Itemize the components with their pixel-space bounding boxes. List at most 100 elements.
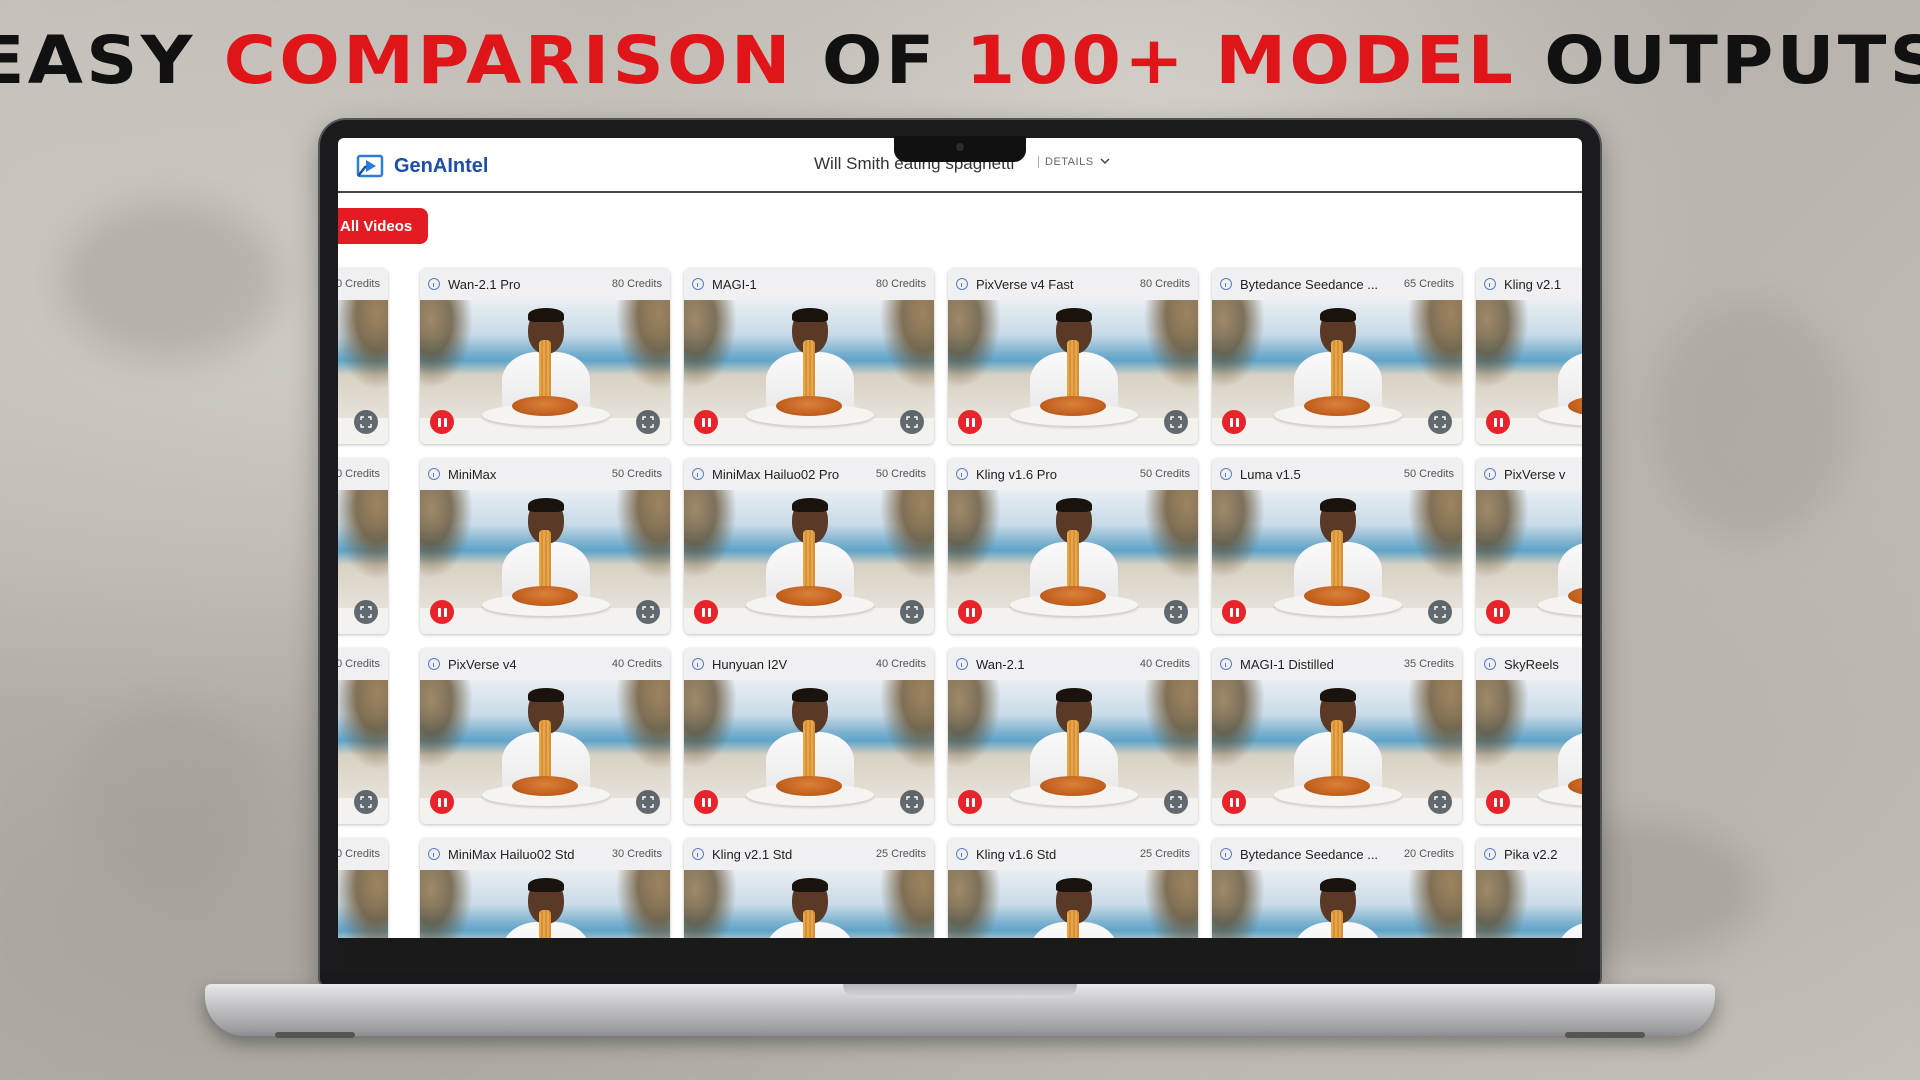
video-thumbnail[interactable] xyxy=(338,300,388,444)
video-thumbnail[interactable] xyxy=(948,490,1198,634)
pause-button[interactable] xyxy=(694,600,718,624)
info-icon[interactable] xyxy=(692,658,704,670)
video-thumbnail[interactable] xyxy=(1476,680,1582,824)
video-thumbnail[interactable] xyxy=(338,870,388,938)
video-thumbnail[interactable] xyxy=(1476,300,1582,444)
video-card[interactable]: Hunyuan I2V 40 Credits xyxy=(684,648,934,824)
video-card[interactable]: PixVerse v xyxy=(1476,458,1582,634)
info-icon[interactable] xyxy=(428,278,440,290)
video-thumbnail[interactable] xyxy=(684,490,934,634)
video-card[interactable]: MiniMax Hailuo02 Pro 50 Credits xyxy=(684,458,934,634)
info-icon[interactable] xyxy=(428,658,440,670)
video-thumbnail[interactable] xyxy=(948,680,1198,824)
video-thumbnail[interactable] xyxy=(1476,490,1582,634)
expand-button[interactable] xyxy=(1428,410,1452,434)
video-card[interactable]: 140 Credits xyxy=(338,268,388,444)
video-card[interactable]: MAGI-1 Distilled 35 Credits xyxy=(1212,648,1462,824)
expand-button[interactable] xyxy=(636,410,660,434)
video-thumbnail[interactable] xyxy=(420,490,670,634)
video-thumbnail[interactable] xyxy=(948,300,1198,444)
expand-button[interactable] xyxy=(900,600,924,624)
video-thumbnail[interactable] xyxy=(1212,300,1462,444)
pause-button[interactable] xyxy=(430,600,454,624)
video-thumbnail[interactable] xyxy=(338,490,388,634)
info-icon[interactable] xyxy=(428,848,440,860)
info-icon[interactable] xyxy=(692,468,704,480)
info-icon[interactable] xyxy=(1484,278,1496,290)
all-videos-button[interactable]: All Videos xyxy=(338,208,428,244)
expand-button[interactable] xyxy=(354,410,378,434)
pause-button[interactable] xyxy=(430,410,454,434)
info-icon[interactable] xyxy=(1484,468,1496,480)
video-thumbnail[interactable] xyxy=(684,680,934,824)
video-thumbnail[interactable] xyxy=(684,300,934,444)
pause-button[interactable] xyxy=(1222,790,1246,814)
video-card[interactable]: MAGI-1 80 Credits xyxy=(684,268,934,444)
info-icon[interactable] xyxy=(1220,468,1232,480)
video-thumbnail[interactable] xyxy=(420,300,670,444)
expand-button[interactable] xyxy=(900,790,924,814)
info-icon[interactable] xyxy=(1220,848,1232,860)
info-icon[interactable] xyxy=(956,468,968,480)
video-card[interactable]: Wan-2.1 40 Credits xyxy=(948,648,1198,824)
video-thumbnail[interactable] xyxy=(948,870,1198,938)
details-dropdown[interactable]: DETAILS xyxy=(1038,156,1110,168)
expand-button[interactable] xyxy=(1164,410,1188,434)
info-icon[interactable] xyxy=(692,278,704,290)
info-icon[interactable] xyxy=(1484,848,1496,860)
video-card[interactable]: PixVerse v4 40 Credits xyxy=(420,648,670,824)
video-card[interactable]: Kling v1.6 Std 25 Credits xyxy=(948,838,1198,938)
video-card[interactable]: Kling v2.1 Std 25 Credits xyxy=(684,838,934,938)
expand-button[interactable] xyxy=(354,600,378,624)
video-thumbnail[interactable] xyxy=(338,680,388,824)
video-card[interactable]: Bytedance Seedance ... 65 Credits xyxy=(1212,268,1462,444)
expand-button[interactable] xyxy=(1428,600,1452,624)
pause-button[interactable] xyxy=(1222,600,1246,624)
video-card[interactable]: Kling v2.1 xyxy=(1476,268,1582,444)
pause-button[interactable] xyxy=(958,600,982,624)
info-icon[interactable] xyxy=(1484,658,1496,670)
video-thumbnail[interactable] xyxy=(1212,870,1462,938)
pause-button[interactable] xyxy=(1486,410,1510,434)
video-card[interactable]: Bytedance Seedance ... 20 Credits xyxy=(1212,838,1462,938)
pause-button[interactable] xyxy=(958,790,982,814)
info-icon[interactable] xyxy=(956,848,968,860)
expand-button[interactable] xyxy=(636,600,660,624)
info-icon[interactable] xyxy=(428,468,440,480)
info-icon[interactable] xyxy=(692,848,704,860)
expand-button[interactable] xyxy=(1428,790,1452,814)
info-icon[interactable] xyxy=(1220,658,1232,670)
video-card[interactable]: PixVerse v4 Fast 80 Credits xyxy=(948,268,1198,444)
video-card[interactable]: Kling v1.6 Pro 50 Credits xyxy=(948,458,1198,634)
expand-button[interactable] xyxy=(636,790,660,814)
info-icon[interactable] xyxy=(1220,278,1232,290)
video-card[interactable]: MiniMax 50 Credits xyxy=(420,458,670,634)
pause-button[interactable] xyxy=(1486,790,1510,814)
video-thumbnail[interactable] xyxy=(1212,490,1462,634)
pause-button[interactable] xyxy=(694,790,718,814)
video-card[interactable]: 40 Credits xyxy=(338,648,388,824)
video-card[interactable]: 30 Credits xyxy=(338,838,388,938)
video-thumbnail[interactable] xyxy=(684,870,934,938)
video-card[interactable]: Pika v2.2 xyxy=(1476,838,1582,938)
info-icon[interactable] xyxy=(956,278,968,290)
pause-button[interactable] xyxy=(430,790,454,814)
video-thumbnail[interactable] xyxy=(1476,870,1582,938)
expand-button[interactable] xyxy=(354,790,378,814)
pause-button[interactable] xyxy=(958,410,982,434)
video-card[interactable]: Luma v1.5 50 Credits xyxy=(1212,458,1462,634)
expand-button[interactable] xyxy=(1164,790,1188,814)
expand-button[interactable] xyxy=(1164,600,1188,624)
pause-button[interactable] xyxy=(1222,410,1246,434)
video-card[interactable]: MiniMax Hailuo02 Std 30 Credits xyxy=(420,838,670,938)
info-icon[interactable] xyxy=(956,658,968,670)
expand-button[interactable] xyxy=(900,410,924,434)
video-thumbnail[interactable] xyxy=(420,680,670,824)
brand-logo[interactable]: GenAIntel xyxy=(356,152,488,180)
video-card[interactable]: 50 Credits xyxy=(338,458,388,634)
video-card[interactable]: SkyReels xyxy=(1476,648,1582,824)
video-thumbnail[interactable] xyxy=(1212,680,1462,824)
video-card[interactable]: Wan-2.1 Pro 80 Credits xyxy=(420,268,670,444)
pause-button[interactable] xyxy=(694,410,718,434)
pause-button[interactable] xyxy=(1486,600,1510,624)
